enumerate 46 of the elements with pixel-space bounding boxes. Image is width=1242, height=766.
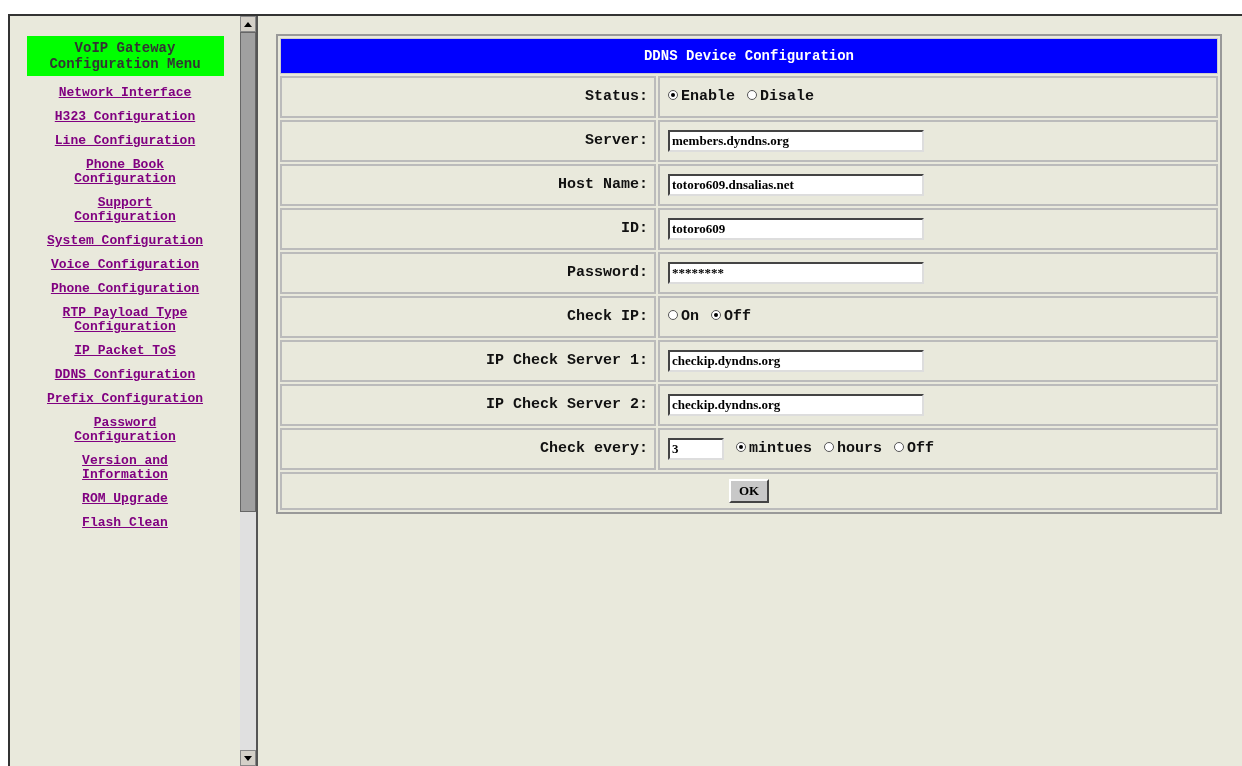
menu-link[interactable]: Version and Information — [45, 454, 205, 482]
radio-option[interactable]: Off — [711, 305, 752, 329]
menu-link[interactable]: Voice Configuration — [50, 258, 200, 272]
radio-option[interactable]: Enable — [668, 85, 735, 109]
menu-link[interactable]: Phone Configuration — [50, 282, 200, 296]
radio-option[interactable]: Disale — [747, 85, 815, 109]
field-label: Check IP: — [280, 296, 656, 338]
form-title: DDNS Device Configuration — [280, 38, 1218, 74]
input-field[interactable]: totoro609 — [668, 218, 924, 240]
field-label: ID: — [280, 208, 656, 250]
menu-link[interactable]: DDNS Configuration — [54, 368, 196, 382]
menu-link[interactable]: ROM Upgrade — [82, 492, 168, 506]
menu-link[interactable]: IP Packet ToS — [74, 344, 176, 358]
input-field[interactable]: 3 — [668, 438, 724, 460]
menu-link[interactable]: System Configuration — [47, 234, 203, 248]
menu-link[interactable]: RTP Payload Type Configuration — [45, 306, 205, 334]
input-field[interactable]: checkip.dyndns.org — [668, 350, 924, 372]
menu-link[interactable]: Prefix Configuration — [47, 392, 203, 406]
field-label: Server: — [280, 120, 656, 162]
scroll-up-icon[interactable] — [240, 16, 256, 32]
radio-option[interactable]: hours — [824, 437, 883, 461]
input-field[interactable]: members.dyndns.org — [668, 130, 924, 152]
radio-option[interactable]: mintues — [736, 437, 812, 461]
ok-button[interactable]: OK — [728, 479, 770, 503]
menu-link[interactable]: Network Interface — [58, 86, 192, 100]
field-label: Password: — [280, 252, 656, 294]
menu-link[interactable]: Phone Book Configuration — [45, 158, 205, 186]
field-label: Status: — [280, 76, 656, 118]
input-field[interactable]: checkip.dyndns.org — [668, 394, 924, 416]
menu-link[interactable]: Password Configuration — [45, 416, 205, 444]
menu-link[interactable]: Flash Clean — [82, 516, 168, 530]
menu-link[interactable]: Line Configuration — [54, 134, 196, 148]
radio-option[interactable]: On — [668, 305, 699, 329]
scrollbar[interactable] — [240, 16, 258, 766]
menu-link[interactable]: H323 Configuration — [54, 110, 196, 124]
field-label: Host Name: — [280, 164, 656, 206]
field-label: IP Check Server 2: — [280, 384, 656, 426]
scroll-down-icon[interactable] — [240, 750, 256, 766]
field-label: Check every: — [280, 428, 656, 470]
input-field[interactable]: totoro609.dnsalias.net — [668, 174, 924, 196]
scrollbar-thumb[interactable] — [240, 32, 256, 512]
input-field[interactable]: ******** — [668, 262, 924, 284]
menu-link[interactable]: Support Configuration — [45, 196, 205, 224]
field-label: IP Check Server 1: — [280, 340, 656, 382]
menu-title: VoIP Gateway Configuration Menu — [26, 36, 224, 76]
radio-option[interactable]: Off — [894, 437, 935, 461]
